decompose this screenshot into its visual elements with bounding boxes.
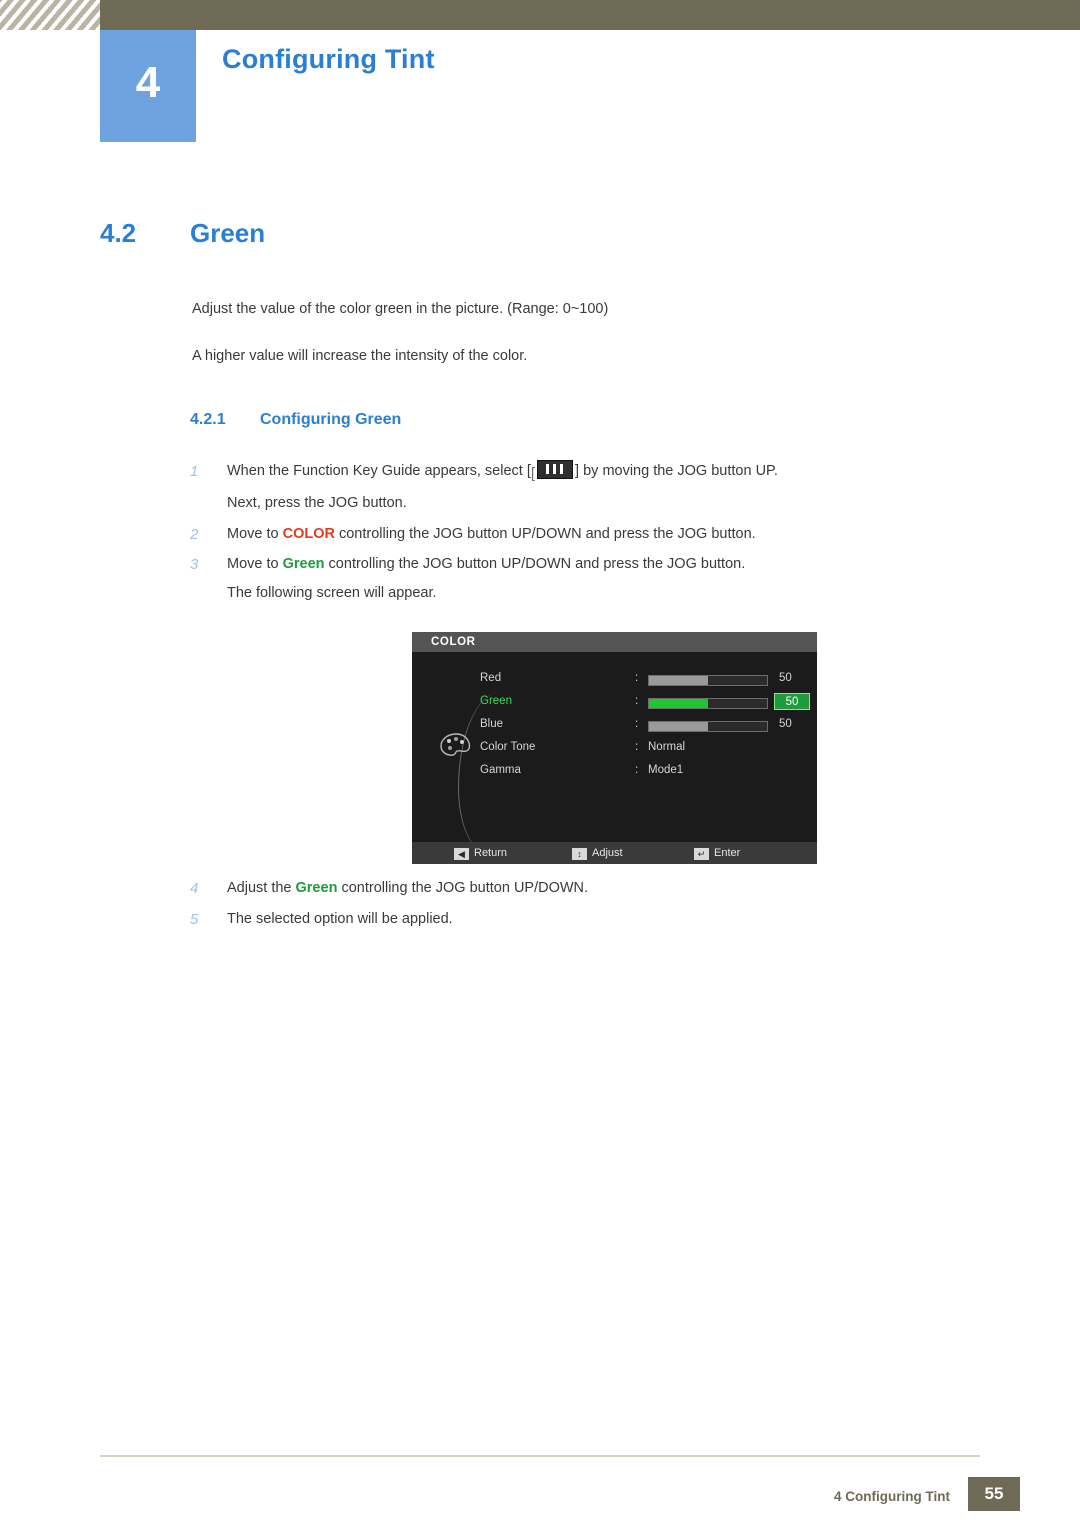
osd-return-label: Return	[474, 847, 508, 859]
bracket-open: [	[530, 465, 536, 482]
osd-row-colon: :	[635, 672, 639, 684]
page-header	[0, 0, 1080, 30]
step-number: 4	[190, 880, 199, 897]
osd-adjust-label: Adjust	[592, 847, 623, 859]
osd-adjust-button[interactable]: ↕ Adjust	[572, 842, 623, 864]
osd-row-label: Gamma	[480, 764, 521, 776]
osd-return-button[interactable]: ◀ Return	[454, 842, 507, 864]
keyword-green: Green	[295, 880, 338, 896]
osd-slider[interactable]	[648, 675, 768, 686]
keyword-green: Green	[282, 556, 325, 573]
osd-row[interactable]: Gamma : Mode1	[480, 764, 810, 786]
list-item: 2 Move to COLOR controlling the JOG butt…	[190, 521, 950, 548]
step-text-after: ] by moving the JOG button UP.	[575, 463, 778, 479]
intro-line-1: Adjust the value of the color green in t…	[192, 301, 609, 317]
enter-icon: ↵	[694, 848, 709, 860]
header-bar	[100, 0, 1080, 30]
step-text-line2: The following screen will appear.	[227, 585, 437, 602]
chapter-number-badge: 4	[100, 30, 196, 142]
osd-row-label: Red	[480, 672, 502, 684]
step-text-after: controlling the JOG button UP/DOWN and p…	[324, 556, 746, 573]
header-hatch-decoration	[0, 0, 100, 30]
step-number: 3	[190, 556, 199, 574]
footer-chapter-label: 4 Configuring Tint	[834, 1489, 950, 1504]
osd-row-value: 50	[779, 672, 792, 684]
osd-row-value: 50	[774, 693, 810, 710]
step-number: 1	[190, 463, 199, 480]
step-text: Move to	[227, 556, 283, 573]
osd-slider-fill	[649, 676, 708, 685]
osd-footer: ◀ Return ↕ Adjust ↵ Enter	[412, 842, 817, 864]
jog-guide-icon	[537, 460, 574, 479]
list-item: 5 The selected option will be applied.	[190, 906, 950, 933]
step-text: When the Function Key Guide appears, sel…	[227, 463, 531, 479]
osd-body: Red : 50 Green : 50 Blue : 50 Color Tone…	[412, 652, 817, 852]
section-number: 4.2	[100, 218, 137, 248]
osd-row[interactable]: Color Tone : Normal	[480, 741, 810, 763]
osd-enter-button[interactable]: ↵ Enter	[694, 842, 740, 864]
osd-slider[interactable]	[648, 698, 768, 709]
osd-row-colon: :	[635, 718, 639, 730]
step-text: The selected option will be applied.	[227, 910, 453, 927]
osd-row-colon: :	[635, 695, 639, 707]
intro-line-2: A higher value will increase the intensi…	[192, 348, 528, 364]
osd-row-label: Blue	[480, 718, 504, 730]
osd-row-value: Mode1	[648, 764, 684, 776]
list-item: 4 Adjust the Green controlling the JOG b…	[190, 875, 950, 902]
osd-row-value: Normal	[648, 741, 686, 753]
osd-row[interactable]: Green : 50	[480, 693, 810, 717]
osd-row[interactable]: Red : 50	[480, 672, 810, 694]
osd-slider-fill	[649, 722, 708, 731]
subsection-title: Configuring Green	[260, 411, 402, 428]
osd-row-value: 50	[779, 718, 792, 730]
procedure-steps-continued: 4 Adjust the Green controlling the JOG b…	[190, 875, 950, 937]
return-icon: ◀	[454, 848, 469, 860]
step-text-after: controlling the JOG button UP/DOWN and p…	[334, 525, 756, 542]
palette-icon	[439, 732, 473, 758]
adjust-icon: ↕	[572, 848, 587, 860]
osd-row[interactable]: Blue : 50	[480, 718, 810, 740]
osd-enter-label: Enter	[714, 847, 741, 859]
procedure-steps: 1 When the Function Key Guide appears, s…	[190, 458, 950, 611]
osd-slider-fill	[649, 699, 708, 708]
osd-row-colon: :	[635, 764, 639, 776]
osd-row-colon: :	[635, 741, 639, 753]
subsection-number: 4.2.1	[190, 411, 226, 428]
footer-divider	[100, 1455, 980, 1457]
osd-title: COLOR	[412, 632, 817, 652]
step-number: 5	[190, 910, 199, 928]
osd-row-label: Green	[480, 695, 512, 707]
osd-slider[interactable]	[648, 721, 768, 732]
keyword-color: COLOR	[282, 525, 335, 542]
osd-screenshot: COLOR Red : 50 Green : 50 Blue: 50 Colo…	[412, 632, 817, 864]
step-text-line2: Next, press the JOG button.	[227, 494, 407, 511]
list-item: 1 When the Function Key Guide appears, s…	[190, 458, 950, 517]
step-number: 2	[190, 525, 199, 543]
osd-row-label: Color Tone	[480, 741, 536, 753]
list-item: 3 Move to Green controlling the JOG butt…	[190, 551, 950, 607]
step-text-after: controlling the JOG button UP/DOWN.	[337, 880, 589, 896]
section-title: Green	[190, 218, 266, 248]
step-text: Adjust the	[227, 880, 296, 896]
footer-page-number: 55	[968, 1477, 1020, 1511]
step-text: Move to	[227, 525, 283, 542]
chapter-title: Configuring Tint	[222, 44, 435, 74]
